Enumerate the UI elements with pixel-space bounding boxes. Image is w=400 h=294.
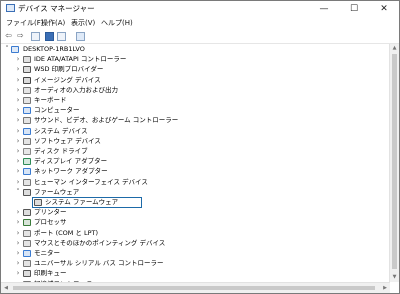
- firmware-icon: [23, 189, 31, 196]
- menu-help[interactable]: ヘルプ(H): [101, 17, 133, 30]
- printer-icon: [23, 209, 31, 216]
- tree-category-item[interactable]: › 印刷キュー: [1, 268, 381, 279]
- tree-item-label: ネットワーク アダプター: [34, 167, 108, 175]
- help-icon[interactable]: [45, 32, 54, 41]
- title-bar[interactable]: デバイス マネージャー — ☐ ✕: [1, 1, 399, 17]
- menu-action[interactable]: 操作(A): [41, 17, 65, 30]
- chevron-right-icon[interactable]: ›: [15, 217, 21, 228]
- print-queue-icon: [23, 270, 31, 277]
- camera-icon: [23, 77, 31, 84]
- properties-icon[interactable]: [31, 32, 40, 41]
- menu-bar: ファイル(F) 操作(A) 表示(V) ヘルプ(H): [1, 17, 399, 30]
- port-icon: [23, 230, 31, 237]
- scan-icon[interactable]: [57, 32, 66, 41]
- chevron-right-icon[interactable]: ›: [15, 64, 21, 75]
- chevron-right-icon[interactable]: ›: [15, 166, 21, 177]
- monitor-icon: [23, 250, 31, 257]
- toolbar: ⇦ ⇨: [1, 30, 399, 44]
- tree-item-label: WSD 印刷プロバイダー: [34, 65, 104, 73]
- menu-view[interactable]: 表示(V): [71, 17, 95, 30]
- keyboard-icon: [23, 97, 31, 104]
- monitor-icon[interactable]: [76, 32, 85, 41]
- device-manager-window: デバイス マネージャー — ☐ ✕ ファイル(F) 操作(A) 表示(V) ヘル…: [0, 0, 400, 294]
- computer-icon: [11, 46, 19, 53]
- device-tree: ˅ DESKTOP-1RB1LVO › IDE ATA/ATAPI コントローラー…: [1, 44, 389, 288]
- window-title: デバイス マネージャー: [18, 4, 95, 13]
- tree-category-item[interactable]: › WSD 印刷プロバイダー: [1, 64, 381, 75]
- tree-category-item[interactable]: › ネットワーク アダプター: [1, 166, 381, 177]
- usb-icon: [23, 260, 31, 267]
- tree-item-label: サウンド、ビデオ、およびゲーム コントローラー: [34, 116, 179, 124]
- tree-item-label: プロセッサ: [34, 218, 67, 226]
- forward-arrow-icon[interactable]: ⇨: [15, 31, 26, 41]
- minimize-button[interactable]: —: [309, 1, 339, 17]
- maximize-button[interactable]: ☐: [339, 1, 369, 17]
- computer-icon: [23, 107, 31, 114]
- speaker-icon: [23, 87, 31, 94]
- ide-controller-icon: [23, 56, 31, 63]
- scroll-right-arrow-icon[interactable]: ▶: [380, 283, 390, 293]
- tree-category-item[interactable]: › サウンド、ビデオ、およびゲーム コントローラー: [1, 115, 381, 126]
- scroll-down-arrow-icon[interactable]: ▼: [390, 273, 399, 282]
- system-device-icon: [23, 128, 31, 135]
- disk-drive-icon: [23, 148, 31, 155]
- chevron-right-icon[interactable]: ›: [15, 268, 21, 279]
- tree-item-label: 印刷キュー: [34, 269, 67, 277]
- horizontal-scroll-thumb[interactable]: [13, 286, 375, 290]
- mouse-icon: [23, 240, 31, 247]
- scroll-left-arrow-icon[interactable]: ◀: [1, 283, 11, 293]
- back-arrow-icon[interactable]: ⇦: [3, 31, 14, 41]
- hid-icon: [23, 179, 31, 186]
- device-manager-icon: [6, 4, 15, 12]
- display-adapter-icon: [23, 158, 31, 165]
- close-button[interactable]: ✕: [369, 1, 399, 17]
- vertical-scrollbar[interactable]: ▲ ▼: [389, 44, 399, 282]
- scroll-up-arrow-icon[interactable]: ▲: [390, 44, 399, 53]
- printer-icon: [23, 66, 31, 73]
- processor-icon: [23, 219, 31, 226]
- network-adapter-icon: [23, 168, 31, 175]
- menu-file[interactable]: ファイル(F): [6, 17, 44, 30]
- horizontal-scrollbar[interactable]: ◀ ▶: [1, 282, 390, 293]
- tree-category-item[interactable]: › プロセッサ: [1, 217, 381, 228]
- chevron-right-icon[interactable]: ›: [15, 115, 21, 126]
- vertical-scroll-thumb[interactable]: [392, 54, 397, 269]
- software-device-icon: [23, 138, 31, 145]
- sound-icon: [23, 117, 31, 124]
